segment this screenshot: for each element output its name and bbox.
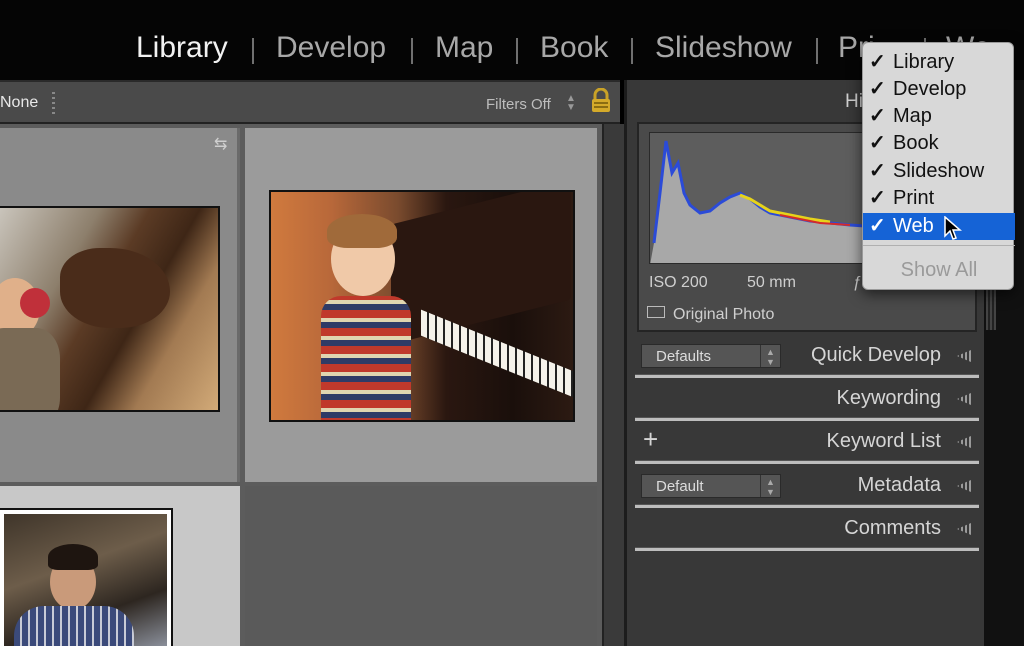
- panel-collapse-icon[interactable]: [957, 523, 971, 535]
- menu-item-show-all[interactable]: Show All: [863, 259, 1015, 282]
- lock-icon[interactable]: [590, 87, 612, 119]
- rotate-icon[interactable]: ⇆: [214, 134, 227, 154]
- panel-collapse-icon[interactable]: [957, 393, 971, 405]
- module-separator: [516, 38, 518, 64]
- menu-item-map[interactable]: ✓ Map: [863, 103, 1015, 130]
- menu-item-label: Develop: [893, 78, 967, 100]
- menu-item-label: Slideshow: [893, 160, 985, 182]
- checkmark-icon: ✓: [869, 132, 886, 154]
- module-separator: [252, 38, 254, 64]
- panel-collapse-icon[interactable]: [957, 480, 971, 492]
- thumbnail-portrait-photo[interactable]: [0, 508, 173, 646]
- grid-cell[interactable]: ⇆: [0, 128, 240, 482]
- module-map[interactable]: Map: [435, 31, 493, 65]
- menu-item-print[interactable]: ✓ Print: [863, 185, 1015, 212]
- panel-scroll-handle[interactable]: [986, 290, 996, 330]
- menu-item-label: Library: [893, 51, 955, 73]
- keyword-list-header[interactable]: + Keyword List: [627, 420, 987, 464]
- metadata-title: Metadata: [857, 474, 941, 496]
- comments-title: Comments: [844, 517, 941, 539]
- quick-develop-preset-value: Defaults: [656, 348, 712, 365]
- quick-develop-header[interactable]: Defaults ▲ ▼ Quick Develop: [627, 334, 987, 378]
- menu-item-label: Print: [893, 187, 935, 209]
- grid-scrollbar[interactable]: [602, 124, 624, 646]
- module-separator: [816, 38, 818, 64]
- grid-cell-empty: [245, 486, 597, 646]
- menu-separator: [863, 245, 1015, 246]
- histogram-title: Hi: [845, 91, 863, 112]
- metadata-preset-select[interactable]: Default ▲ ▼: [641, 474, 781, 498]
- checkmark-icon: ✓: [869, 78, 886, 100]
- exif-iso: ISO 200: [649, 274, 708, 291]
- module-separator: [631, 38, 633, 64]
- module-book[interactable]: Book: [540, 31, 608, 65]
- menu-item-label: Web: [893, 215, 934, 237]
- panel-divider: [635, 547, 979, 551]
- menu-item-label: Book: [893, 132, 939, 154]
- filter-divider: [52, 92, 55, 114]
- menu-item-book[interactable]: ✓ Book: [863, 130, 1015, 157]
- checkmark-icon: ✓: [869, 160, 886, 182]
- menu-item-library[interactable]: ✓ Library: [863, 49, 1015, 76]
- updown-arrows-icon: ▲ ▼: [566, 93, 576, 113]
- checkmark-icon: ✓: [869, 51, 886, 73]
- original-photo-toggle[interactable]: Original Photo: [647, 306, 774, 324]
- menu-item-slideshow[interactable]: ✓ Slideshow: [863, 158, 1015, 185]
- checkmark-icon: ✓: [869, 105, 886, 127]
- thumbnail-grid: ⇆: [0, 124, 602, 646]
- grid-cell-selected[interactable]: [245, 128, 597, 482]
- module-library[interactable]: Library: [136, 31, 228, 65]
- quick-develop-preset-select[interactable]: Defaults ▲ ▼: [641, 344, 781, 368]
- menu-item-label: Map: [893, 105, 932, 127]
- menu-item-develop[interactable]: ✓ Develop: [863, 76, 1015, 103]
- exif-focal-length: 50 mm: [747, 274, 796, 291]
- stepper-icon: ▲ ▼: [760, 345, 780, 367]
- keywording-header[interactable]: Keywording: [627, 377, 987, 421]
- thumbnail-piano-photo[interactable]: [269, 190, 575, 422]
- filter-attribute-none[interactable]: None: [0, 94, 38, 112]
- checkbox-icon[interactable]: [647, 306, 665, 318]
- checkmark-icon: ✓: [869, 215, 886, 237]
- comments-header[interactable]: Comments: [627, 507, 987, 551]
- module-develop[interactable]: Develop: [276, 31, 386, 65]
- keywording-title: Keywording: [836, 387, 941, 409]
- add-keyword-button[interactable]: +: [643, 424, 658, 455]
- metadata-preset-value: Default: [656, 478, 704, 495]
- panel-collapse-icon[interactable]: [957, 436, 971, 448]
- quick-develop-title: Quick Develop: [810, 344, 941, 366]
- original-photo-label: Original Photo: [673, 306, 775, 323]
- metadata-header[interactable]: Default ▲ ▼ Metadata: [627, 464, 987, 508]
- menu-item-web[interactable]: ✓ Web: [863, 213, 1015, 240]
- module-visibility-menu: ✓ Library ✓ Develop ✓ Map ✓ Book ✓ Slideshow …: [862, 42, 1015, 290]
- grid-cell[interactable]: [0, 486, 240, 646]
- thumbnail-horse-photo[interactable]: [0, 206, 220, 412]
- module-separator: [411, 38, 413, 64]
- cursor-icon: [944, 215, 963, 247]
- keyword-list-title: Keyword List: [826, 430, 942, 452]
- filters-off-dropdown[interactable]: Filters Off: [486, 96, 551, 113]
- module-slideshow[interactable]: Slideshow: [655, 31, 792, 65]
- checkmark-icon: ✓: [869, 187, 886, 209]
- stepper-icon: ▲ ▼: [760, 475, 780, 497]
- panel-collapse-icon[interactable]: [957, 350, 971, 362]
- library-filter-bar: None Filters Off ▲ ▼: [0, 80, 620, 124]
